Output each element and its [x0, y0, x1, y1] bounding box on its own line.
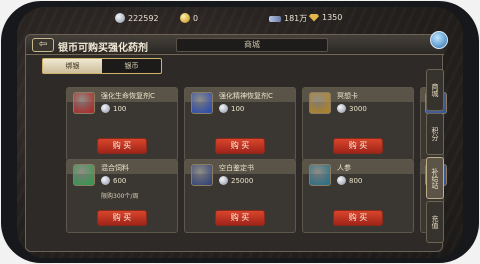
- title-bar: ⇦ 银币可购买强化药剂 商城: [26, 35, 444, 55]
- side-tab[interactable]: 积分: [426, 113, 444, 155]
- silver-resource: 222592: [115, 13, 159, 23]
- shop-item-card[interactable]: 强化生命恢复剂C 100 购 买: [66, 87, 178, 161]
- buy-button[interactable]: 购 买: [215, 138, 265, 154]
- item-price: 600: [101, 176, 126, 185]
- shop-item-card[interactable]: 空白鉴定书 25000 购 买: [184, 159, 296, 233]
- item-price: 25000: [219, 176, 253, 185]
- silver-coin-icon: [337, 104, 346, 113]
- item-name: 人参: [337, 163, 351, 173]
- currency-tabs: 绑银 银币: [42, 58, 162, 74]
- diamond-amount: 1350: [322, 13, 342, 22]
- silver-coin-icon: [219, 176, 228, 185]
- item-price-value: 800: [349, 177, 362, 185]
- item-price: 100: [219, 104, 244, 113]
- side-tab[interactable]: 商城: [426, 69, 444, 111]
- blank-book-icon[interactable]: [191, 164, 213, 186]
- item-name: 强化生命恢复剂C: [101, 91, 155, 101]
- tab-bound-silver[interactable]: 绑银: [43, 59, 102, 73]
- item-price: 100: [101, 104, 126, 113]
- shop-item-card[interactable]: 混合饲料 600 限购300个/周购 买: [66, 159, 178, 233]
- gold-coin-icon: [180, 13, 190, 23]
- meditation-card-icon[interactable]: [309, 92, 331, 114]
- help-icon[interactable]: [430, 31, 448, 49]
- silver-coin-icon: [101, 176, 110, 185]
- shop-item-card[interactable]: 强化精神恢复剂C 100 购 买: [184, 87, 296, 161]
- shop-item-card[interactable]: 冥想卡 3000 购 买: [302, 87, 414, 161]
- side-tab[interactable]: 充值: [426, 201, 444, 243]
- item-price-value: 100: [231, 105, 244, 113]
- power-resource: 181万: [269, 13, 307, 24]
- gold-amount: 0: [193, 14, 198, 23]
- tab-silver[interactable]: 银币: [102, 59, 161, 73]
- gold-resource: 0: [180, 13, 198, 23]
- power-amount: 181万: [284, 13, 307, 24]
- green-feed-icon[interactable]: [73, 164, 95, 186]
- silver-coin-icon: [101, 104, 110, 113]
- item-price-value: 600: [113, 177, 126, 185]
- item-limit: 限购300个/周: [101, 191, 138, 200]
- red-potion-icon[interactable]: [73, 92, 95, 114]
- silver-coin-icon: [219, 104, 228, 113]
- silver-amount: 222592: [128, 14, 159, 23]
- silver-coin-icon: [337, 176, 346, 185]
- silver-coin-icon: [115, 13, 125, 23]
- shop-title-tab[interactable]: 商城: [176, 38, 328, 52]
- page-title: 银币可购买强化药剂: [58, 39, 148, 54]
- shop-panel: ⇦ 银币可购买强化药剂 商城 绑银 银币 强化生命恢复剂C100购 买强化精神恢…: [25, 34, 443, 252]
- buy-button[interactable]: 购 买: [215, 210, 265, 226]
- item-name: 空白鉴定书: [219, 163, 254, 173]
- combat-power-icon: [269, 16, 281, 22]
- item-name: 强化精神恢复剂C: [219, 91, 273, 101]
- buy-button[interactable]: 购 买: [97, 138, 147, 154]
- shop-item-card[interactable]: 人参 800 购 买: [302, 159, 414, 233]
- item-price-value: 25000: [231, 177, 253, 185]
- buy-button[interactable]: 购 买: [97, 210, 147, 226]
- item-price-value: 100: [113, 105, 126, 113]
- diamond-resource: 1350: [309, 13, 342, 22]
- buy-button[interactable]: 购 买: [333, 138, 383, 154]
- game-screen: 222592 0 181万 1350 ⇦ 银币可购买强化药剂 商城 绑银 银币 …: [17, 7, 463, 258]
- blue-potion-icon[interactable]: [191, 92, 213, 114]
- side-tab[interactable]: 补给站: [426, 157, 444, 199]
- phone-frame: 222592 0 181万 1350 ⇦ 银币可购买强化药剂 商城 绑银 银币 …: [1, 1, 479, 263]
- item-name: 冥想卡: [337, 91, 358, 101]
- item-price-value: 3000: [349, 105, 367, 113]
- item-price: 800: [337, 176, 362, 185]
- buy-button[interactable]: 购 买: [333, 210, 383, 226]
- diamond-icon: [309, 14, 319, 22]
- item-name: 混合饲料: [101, 163, 129, 173]
- ginseng-icon[interactable]: [309, 164, 331, 186]
- item-price: 3000: [337, 104, 367, 113]
- back-button[interactable]: ⇦: [32, 38, 54, 52]
- resource-bar: 222592 0 181万 1350: [17, 7, 463, 33]
